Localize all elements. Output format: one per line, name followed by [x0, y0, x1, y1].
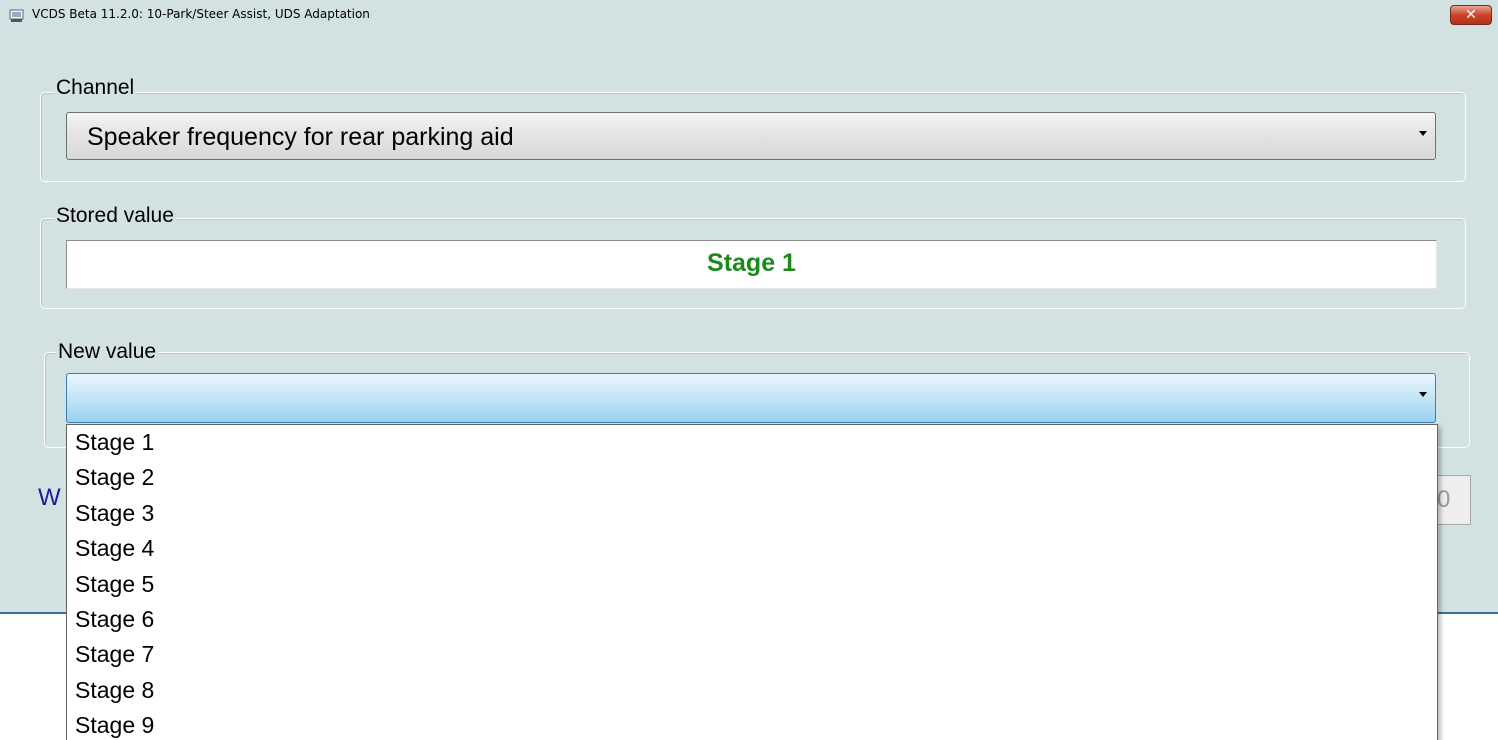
list-item[interactable]: Stage 5 — [67, 567, 1437, 602]
list-item[interactable]: Stage 2 — [67, 460, 1437, 495]
stored-value-label: Stored value — [54, 204, 176, 228]
channel-selected-value: Speaker frequency for rear parking aid — [87, 123, 514, 151]
stored-value-text: Stage 1 — [707, 249, 796, 277]
close-button[interactable]: ✕ — [1450, 5, 1492, 25]
new-value-dropdown[interactable] — [66, 373, 1436, 423]
list-item[interactable]: Stage 6 — [67, 602, 1437, 637]
list-item[interactable]: Stage 3 — [67, 496, 1437, 531]
title-bar[interactable]: VCDS Beta 11.2.0: 10-Park/Steer Assist, … — [0, 0, 1498, 30]
channel-dropdown[interactable]: Speaker frequency for rear parking aid — [66, 112, 1436, 160]
list-item[interactable]: Stage 4 — [67, 531, 1437, 566]
close-icon: ✕ — [1465, 7, 1477, 23]
obscured-label: W — [38, 484, 61, 511]
list-item[interactable]: Stage 9 — [67, 708, 1437, 740]
obscured-field-text: 0 — [1437, 486, 1451, 513]
window-title: VCDS Beta 11.2.0: 10-Park/Steer Assist, … — [32, 7, 370, 21]
list-item[interactable]: Stage 8 — [67, 673, 1437, 708]
stored-value-field: Stage 1 — [66, 240, 1437, 289]
chevron-down-icon — [1419, 392, 1427, 397]
list-item[interactable]: Stage 1 — [67, 425, 1437, 460]
chevron-down-icon — [1419, 131, 1427, 136]
channel-label: Channel — [54, 76, 137, 100]
new-value-label: New value — [56, 340, 159, 364]
list-item[interactable]: Stage 7 — [67, 637, 1437, 672]
vcds-app-icon — [9, 9, 24, 22]
obscured-field[interactable]: 0 — [1437, 475, 1471, 525]
new-value-options-list[interactable]: Stage 1 Stage 2 Stage 3 Stage 4 Stage 5 … — [66, 424, 1438, 740]
